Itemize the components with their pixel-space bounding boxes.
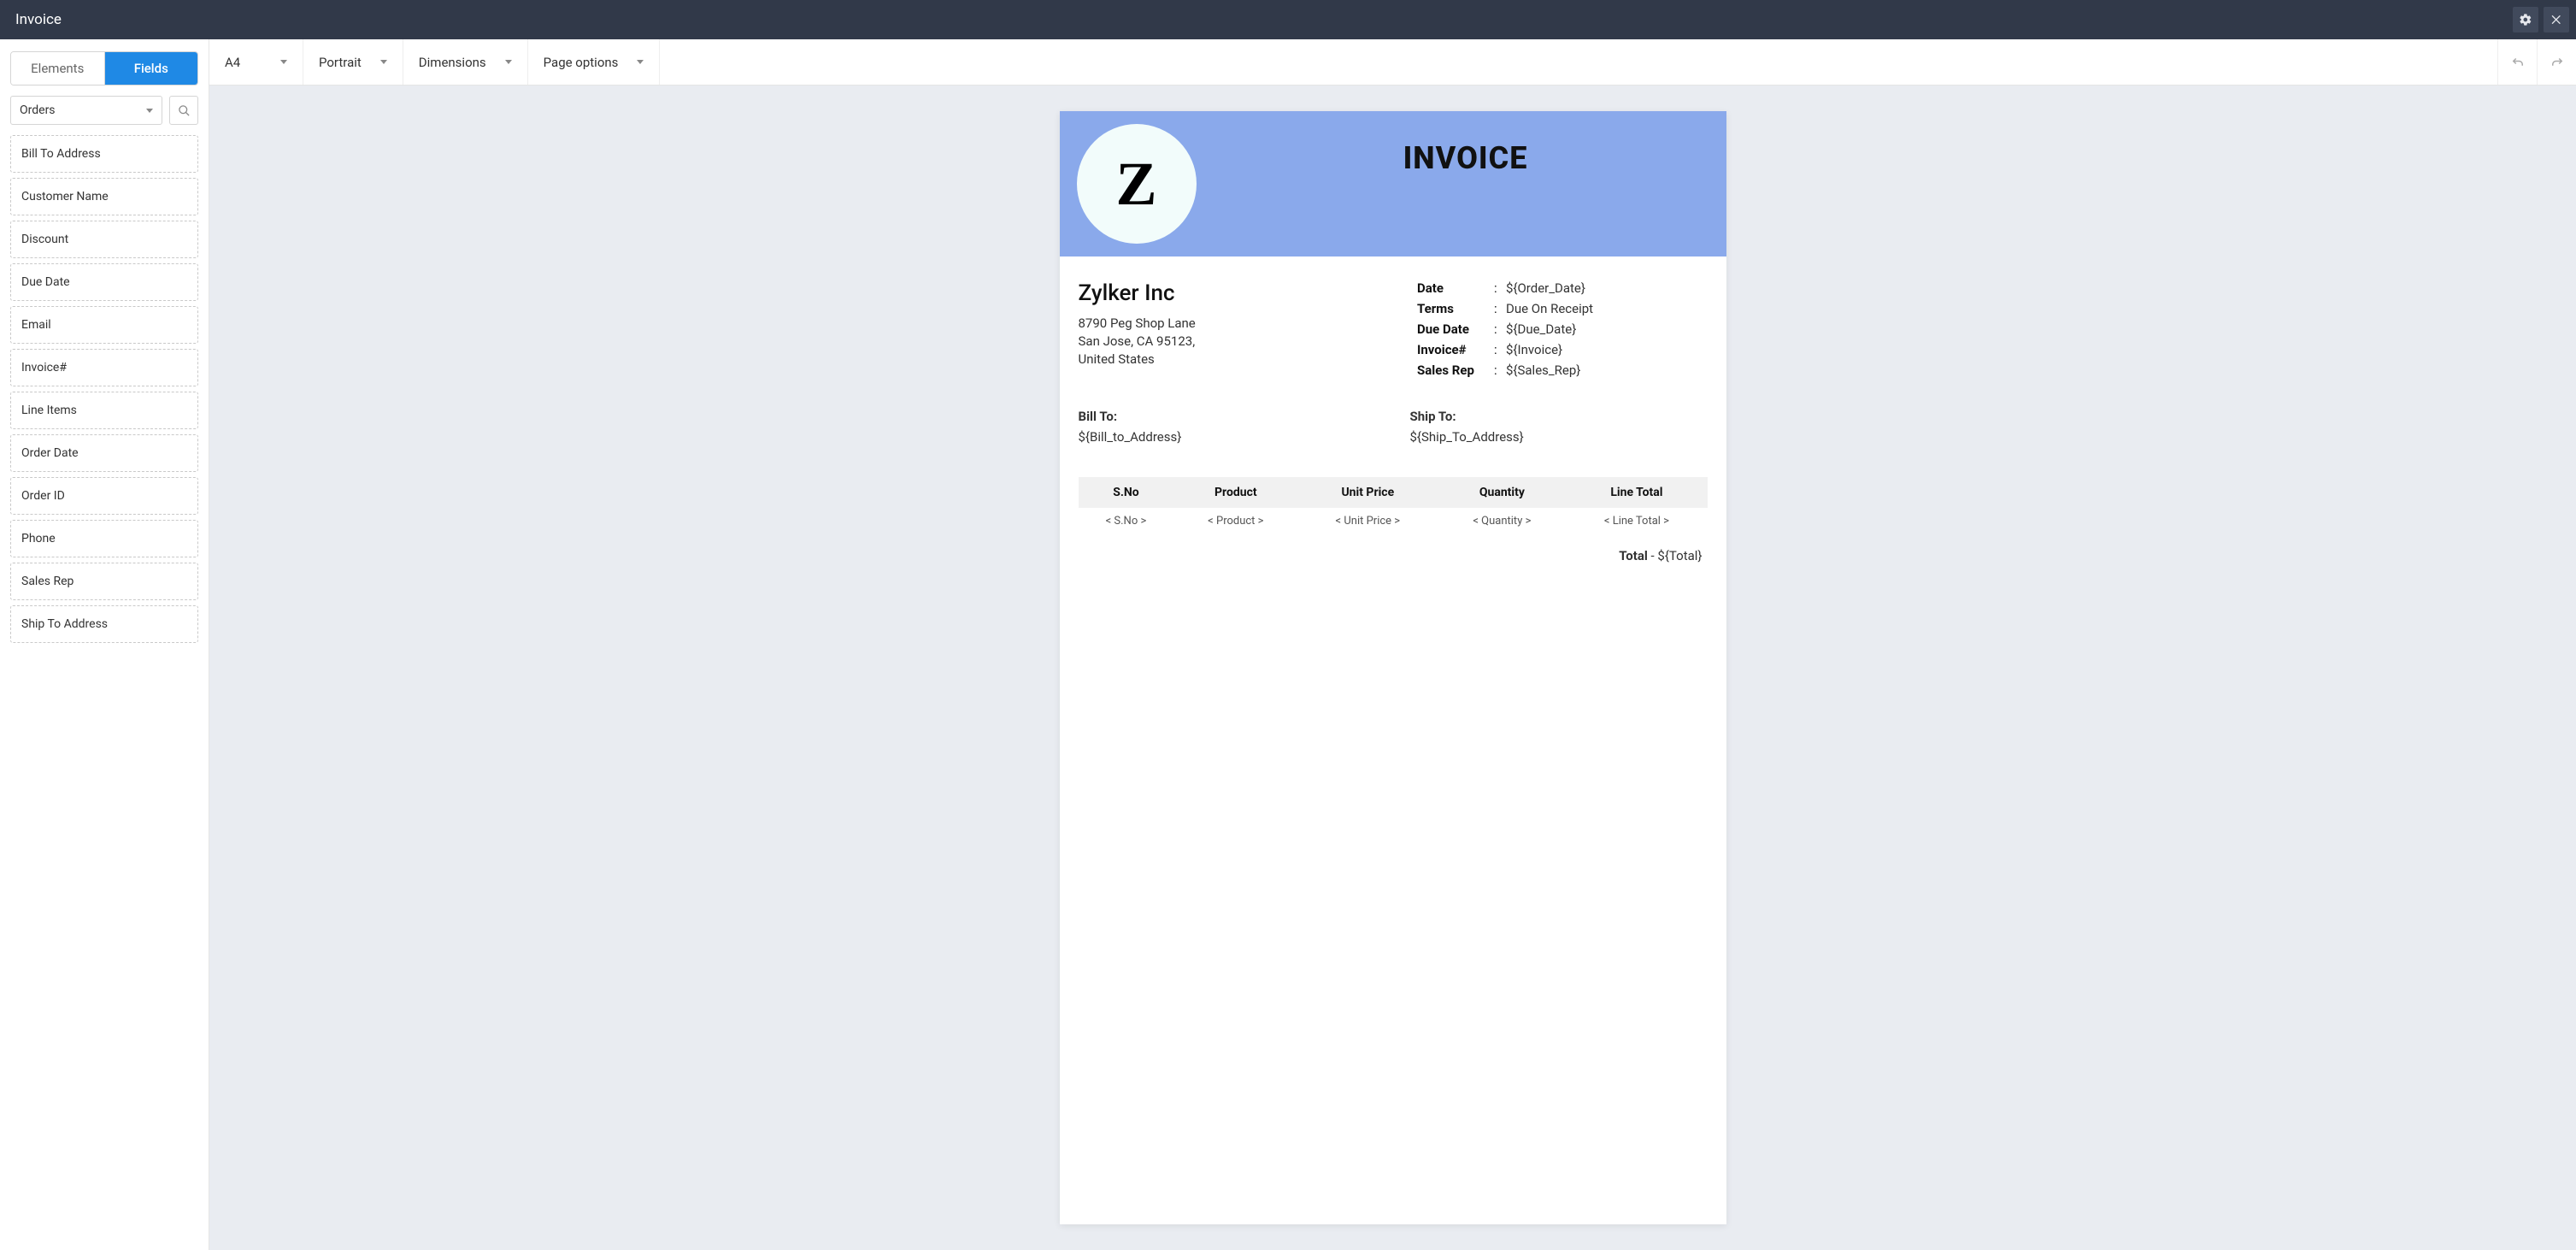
th-product: Product <box>1173 477 1297 508</box>
td-unit-price: < Unit Price > <box>1297 508 1438 534</box>
document-header: Z INVOICE <box>1060 111 1726 256</box>
th-line-total: Line Total <box>1566 477 1707 508</box>
field-item[interactable]: Invoice# <box>10 349 198 386</box>
document-page[interactable]: Z INVOICE Zylker Inc 8790 Peg Shop Lane … <box>1060 111 1726 1224</box>
sidebar: Elements Fields Orders Bill To Address C… <box>0 39 209 1250</box>
total-sep: - <box>1648 548 1658 563</box>
sidebar-tabs: Elements Fields <box>10 51 198 85</box>
orientation-dropdown[interactable]: Portrait <box>303 39 403 85</box>
meta-due-date-value: ${Due_Date} <box>1506 321 1576 337</box>
td-line-total: < Line Total > <box>1566 508 1707 534</box>
td-quantity: < Quantity > <box>1438 508 1566 534</box>
paper-size-value: A4 <box>225 55 240 70</box>
meta-date-value: ${Order_Date} <box>1506 280 1585 296</box>
td-product: < Product > <box>1173 508 1297 534</box>
ship-to-label: Ship To: <box>1410 409 1708 424</box>
logo-letter: Z <box>1115 149 1156 220</box>
logo: Z <box>1077 124 1197 244</box>
paper-size-dropdown[interactable]: A4 <box>209 39 303 85</box>
ship-to-value: ${Ship_To_Address} <box>1410 429 1708 445</box>
page-options-dropdown[interactable]: Page options <box>528 39 661 85</box>
th-sno: S.No <box>1079 477 1174 508</box>
dimensions-label: Dimensions <box>419 55 486 70</box>
content: A4 Portrait Dimensions Page options <box>209 39 2576 1250</box>
th-unit-price: Unit Price <box>1297 477 1438 508</box>
field-item[interactable]: Order Date <box>10 434 198 472</box>
bill-to-label: Bill To: <box>1079 409 1376 424</box>
bill-to-block: Bill To: ${Bill_to_Address} <box>1079 409 1376 445</box>
total-label: Total <box>1619 548 1648 563</box>
bill-to-value: ${Bill_to_Address} <box>1079 429 1376 445</box>
undo-button[interactable] <box>2497 39 2537 85</box>
close-button[interactable] <box>2544 7 2569 32</box>
redo-icon <box>2550 55 2565 70</box>
dimensions-dropdown[interactable]: Dimensions <box>403 39 528 85</box>
page-options-label: Page options <box>544 55 619 70</box>
meta-sales-rep-label: Sales Rep <box>1417 363 1494 378</box>
field-item[interactable]: Customer Name <box>10 178 198 215</box>
field-search-button[interactable] <box>169 96 198 125</box>
field-item[interactable]: Line Items <box>10 392 198 429</box>
chevron-down-icon <box>380 60 387 64</box>
field-list: Bill To Address Customer Name Discount D… <box>10 135 198 643</box>
document-heading: INVOICE <box>1222 140 1709 176</box>
tab-elements[interactable]: Elements <box>11 52 104 85</box>
titlebar: Invoice <box>0 0 2576 39</box>
company-block: Zylker Inc 8790 Peg Shop Lane San Jose, … <box>1079 280 1383 383</box>
meta-terms-value: Due On Receipt <box>1506 301 1593 316</box>
company-address-line: San Jose, CA 95123, <box>1079 333 1383 351</box>
line-items-table: S.No Product Unit Price Quantity Line To… <box>1079 477 1708 534</box>
chevron-down-icon <box>280 60 287 64</box>
total-value: ${Total} <box>1657 548 1702 563</box>
field-item[interactable]: Email <box>10 306 198 344</box>
company-address-line: United States <box>1079 351 1383 369</box>
ship-to-block: Ship To: ${Ship_To_Address} <box>1410 409 1708 445</box>
meta-invoice-value: ${Invoice} <box>1506 342 1562 357</box>
undo-icon <box>2510 55 2526 70</box>
meta-sales-rep-value: ${Sales_Rep} <box>1506 363 1580 378</box>
company-name: Zylker Inc <box>1079 280 1383 306</box>
orientation-value: Portrait <box>319 55 362 70</box>
company-address-line: 8790 Peg Shop Lane <box>1079 315 1383 333</box>
redo-button[interactable] <box>2537 39 2576 85</box>
page-title: Invoice <box>15 11 62 28</box>
table-row: < S.No > < Product > < Unit Price > < Qu… <box>1079 508 1708 534</box>
field-item[interactable]: Ship To Address <box>10 605 198 643</box>
td-sno: < S.No > <box>1079 508 1174 534</box>
canvas[interactable]: Z INVOICE Zylker Inc 8790 Peg Shop Lane … <box>209 85 2576 1250</box>
tab-fields[interactable]: Fields <box>104 52 198 85</box>
meta-block: Date:${Order_Date} Terms:Due On Receipt … <box>1417 280 1708 383</box>
table-header-row: S.No Product Unit Price Quantity Line To… <box>1079 477 1708 508</box>
meta-invoice-label: Invoice# <box>1417 342 1494 357</box>
total-row: Total - ${Total} <box>1079 534 1708 563</box>
settings-button[interactable] <box>2513 7 2538 32</box>
chevron-down-icon <box>146 109 153 113</box>
meta-due-date-label: Due Date <box>1417 321 1494 337</box>
chevron-down-icon <box>505 60 512 64</box>
field-item[interactable]: Order ID <box>10 477 198 515</box>
meta-terms-label: Terms <box>1417 301 1494 316</box>
search-icon <box>178 104 191 117</box>
chevron-down-icon <box>637 60 644 64</box>
field-item[interactable]: Sales Rep <box>10 563 198 600</box>
close-icon <box>2550 13 2563 27</box>
module-select[interactable]: Orders <box>10 96 162 125</box>
meta-date-label: Date <box>1417 280 1494 296</box>
field-item[interactable]: Bill To Address <box>10 135 198 173</box>
field-item[interactable]: Phone <box>10 520 198 557</box>
th-quantity: Quantity <box>1438 477 1566 508</box>
module-select-value: Orders <box>20 103 56 117</box>
field-item[interactable]: Due Date <box>10 263 198 301</box>
toolbar: A4 Portrait Dimensions Page options <box>209 39 2576 85</box>
field-item[interactable]: Discount <box>10 221 198 258</box>
gear-icon <box>2519 13 2532 27</box>
